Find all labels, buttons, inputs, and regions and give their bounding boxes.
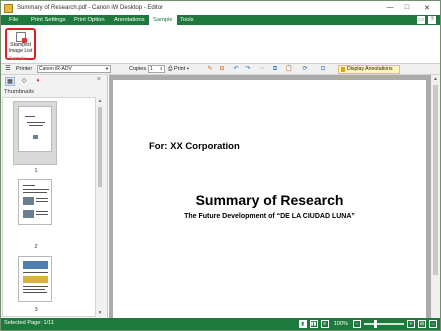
printer-icon: ⎙ (168, 66, 173, 72)
stamped-image-icon (15, 32, 27, 43)
zoom-level: 100% (333, 321, 348, 327)
thumbnail-page-2[interactable] (18, 179, 52, 225)
window-title: Summary of Research.pdf - Canon iW Deskt… (17, 5, 164, 11)
editor-window: Summary of Research.pdf - Canon iW Deskt… (0, 0, 441, 331)
printer-label: Printer (16, 66, 33, 72)
bookmark-icon[interactable]: ✎ (206, 65, 214, 73)
zoom-slider[interactable] (364, 320, 404, 328)
tab-annotations[interactable]: Annotations (110, 15, 149, 25)
title-bar: Summary of Research.pdf - Canon iW Deskt… (1, 1, 440, 15)
thumbnail-number: 3 (34, 307, 38, 313)
two-page-view-icon[interactable]: ▮▮ (309, 320, 318, 328)
navigation-pane: ▦ ◇ ♦ × Thumbnails 1 2 3 ▲ ▼ (1, 75, 108, 318)
stamp-tool-icon[interactable]: ⊟ (218, 65, 226, 73)
copies-stepper[interactable]: 1 ⇕ (148, 65, 165, 73)
thumbnail-number: 1 (34, 168, 38, 174)
tab-file[interactable]: File (5, 15, 22, 25)
print-toolbar: ☰ Printer Canon iR-ADV ▼ Copies 1 ⇕ ⎙ Pr… (1, 64, 440, 75)
printer-select[interactable]: Canon iR-ADV ▼ (37, 65, 111, 73)
copies-value: 1 (150, 66, 153, 72)
single-page-view-icon[interactable]: ▮ (298, 320, 307, 328)
scroll-up-icon[interactable]: ▲ (431, 75, 440, 84)
zoom-in-icon[interactable]: + (407, 320, 415, 328)
viewer-scrollbar[interactable]: ▲ (431, 75, 440, 318)
view-icon[interactable]: ⊡ (319, 65, 327, 73)
ribbon-group-label: Sample (9, 56, 26, 62)
print-button[interactable]: ⎙ Print ▾ (168, 65, 189, 74)
chevron-down-icon: ▼ (105, 66, 109, 71)
fit-page-icon[interactable]: ⊞ (418, 320, 426, 328)
maximize-button[interactable]: □ (399, 2, 415, 13)
status-bar: Selected Page: 1/11 ▮ ▮▮ ≡ 100% − + ⊞ ⇔ (1, 318, 440, 330)
thumbnail-scrollbar[interactable]: ▲ ▼ (96, 97, 104, 317)
copies-label: Copies (129, 66, 147, 72)
copy-icon[interactable]: ⧉ (271, 65, 279, 73)
pane-title: Thumbnails (4, 89, 34, 95)
thumbnails-tab-icon[interactable]: ▦ (5, 76, 15, 86)
zoom-out-icon[interactable]: − (353, 320, 361, 328)
tab-sample[interactable]: Sample (149, 15, 177, 25)
ribbon-tab-bar: File Print Settings Print Option Annotat… (1, 15, 440, 25)
stamped-image-list-label: Stamped Image List (8, 42, 33, 54)
thumbnail-page-3[interactable] (18, 256, 52, 302)
comments-tab-icon[interactable]: ◇ (19, 77, 29, 86)
thumbnail-number: 2 (34, 244, 38, 250)
continuous-view-icon[interactable]: ≡ (320, 320, 329, 328)
tab-print-settings[interactable]: Print Settings (27, 15, 69, 25)
paste-icon[interactable]: 📋 (285, 65, 293, 73)
rotate-icon[interactable]: ⟳ (301, 65, 309, 73)
document-for-line: For: XX Corporation (149, 141, 240, 152)
ribbon-right-icons: ▭ ? (417, 16, 436, 24)
document-title: Summary of Research (195, 192, 344, 208)
annotation-icon (341, 67, 345, 72)
minimize-button[interactable]: — (382, 2, 398, 13)
scroll-up-icon[interactable]: ▲ (96, 97, 104, 105)
close-button[interactable]: ✕ (416, 2, 438, 13)
thumbnail-page-1[interactable] (18, 106, 52, 152)
scroll-thumb[interactable] (98, 107, 102, 187)
window-icon[interactable]: ▭ (417, 16, 425, 24)
thumbnail-list: 1 2 3 (2, 97, 96, 317)
zoom-slider-knob[interactable] (374, 320, 377, 328)
document-viewer[interactable]: For: XX Corporation Summary of Research … (109, 75, 440, 318)
stamps-tab-icon[interactable]: ♦ (33, 77, 43, 86)
app-icon (4, 3, 13, 13)
print-dropdown-icon[interactable]: ▾ (187, 66, 189, 72)
tab-tools[interactable]: Tools (176, 15, 198, 25)
document-subtitle: The Future Development of “DE LA CIUDAD … (184, 213, 355, 220)
tab-print-option[interactable]: Print Option (70, 15, 109, 25)
ribbon-panel: Stamped Image List Sample (1, 25, 440, 64)
display-annotations-toggle[interactable]: Display Annotations (338, 65, 400, 74)
toolbar-menu-icon[interactable]: ☰ (4, 65, 12, 73)
stepper-icon[interactable]: ⇕ (160, 66, 163, 72)
display-annotations-label: Display Annotations (347, 66, 393, 72)
document-page[interactable]: For: XX Corporation Summary of Research … (113, 80, 426, 318)
cut-icon[interactable]: ✂ (258, 65, 266, 73)
selected-page-status: Selected Page: 1/11 (4, 320, 54, 326)
print-label: Print (173, 66, 186, 72)
scroll-down-icon[interactable]: ▼ (96, 309, 104, 317)
window-controls: — □ ✕ (382, 2, 438, 13)
printer-value: Canon iR-ADV (39, 66, 72, 72)
status-controls: ▮ ▮▮ ≡ 100% − + ⊞ ⇔ (298, 319, 437, 329)
fit-width-icon[interactable]: ⇔ (429, 320, 437, 328)
help-icon[interactable]: ? (428, 16, 436, 24)
pane-tabs: ▦ ◇ ♦ (1, 75, 107, 87)
redo-icon[interactable]: ↷ (244, 65, 252, 73)
undo-icon[interactable]: ↶ (232, 65, 240, 73)
scroll-thumb[interactable] (433, 85, 438, 275)
close-pane-icon[interactable]: × (97, 76, 101, 83)
